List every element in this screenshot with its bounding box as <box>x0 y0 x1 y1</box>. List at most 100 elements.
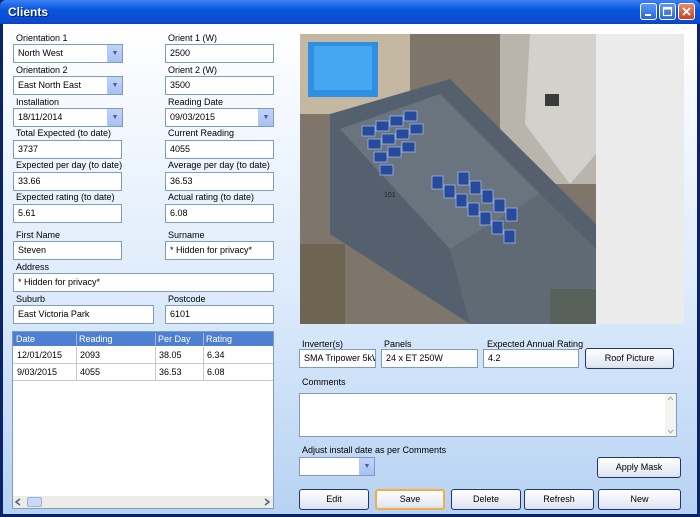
actual-rating-field[interactable]: 6.08 <box>165 204 274 223</box>
orient2w-field[interactable]: 3500 <box>165 76 274 95</box>
first-name-label: First Name <box>16 230 61 240</box>
roof-photo-panel: 101 <box>300 34 684 324</box>
horizontal-scrollbar[interactable] <box>13 496 273 508</box>
column-header-rating[interactable]: Rating <box>206 334 232 344</box>
scroll-arrows-icon[interactable] <box>665 394 676 436</box>
maximize-button[interactable] <box>659 3 676 20</box>
comments-label: Comments <box>302 377 346 387</box>
actual-rating-label: Actual rating (to date) <box>168 192 255 202</box>
suburb-field[interactable]: East Victoria Park <box>13 305 154 324</box>
reading-date-value: 09/03/2015 <box>170 112 216 122</box>
aerial-roof-image: 101 <box>300 34 596 324</box>
table-row[interactable]: 12/01/2015 2093 38.05 6.34 <box>13 347 273 364</box>
orientation1-value: North West <box>18 48 63 58</box>
cell-reading: 2093 <box>80 350 101 360</box>
orientation2-label: Orientation 2 <box>16 65 68 75</box>
cell-divider <box>155 364 156 380</box>
orientation2-select[interactable]: East North East ▼ <box>13 76 123 95</box>
surname-field[interactable]: * Hidden for privacy* <box>165 241 274 260</box>
first-name-field[interactable]: Steven <box>13 241 122 260</box>
expected-annual-field[interactable]: 4.2 <box>483 349 579 368</box>
chevron-down-icon[interactable]: ▼ <box>107 77 122 94</box>
adjust-install-date-label: Adjust install date as per Comments <box>302 445 447 455</box>
current-reading-label: Current Reading <box>168 128 235 138</box>
column-divider[interactable] <box>203 333 204 345</box>
chevron-down-icon[interactable]: ▼ <box>258 109 273 126</box>
clients-window: Clients Orientation 1 North West ▼ Orien… <box>0 0 700 517</box>
cell-reading: 4055 <box>80 367 101 377</box>
chevron-down-icon[interactable]: ▼ <box>359 458 374 475</box>
suburb-label: Suburb <box>16 294 46 304</box>
inverters-label: Inverter(s) <box>302 339 344 349</box>
cell-per-day: 36.53 <box>159 367 182 377</box>
roof-number-label: 101 <box>384 192 396 199</box>
orient2w-label: Orient 2 (W) <box>168 65 218 75</box>
maximize-icon <box>662 6 673 17</box>
average-per-day-field[interactable]: 36.53 <box>165 172 274 191</box>
reading-date-picker[interactable]: 09/03/2015 ▼ <box>165 108 274 127</box>
scrollbar-thumb[interactable] <box>27 497 42 507</box>
address-field[interactable]: * Hidden for privacy* <box>13 273 274 292</box>
column-header-date[interactable]: Date <box>16 334 35 344</box>
installation-label: Installation <box>16 97 60 107</box>
panels-field[interactable]: 24 x ET 250W <box>381 349 478 368</box>
inverters-field[interactable]: SMA Tripower 5kW <box>299 349 376 368</box>
cell-rating: 6.08 <box>207 367 225 377</box>
column-header-per-day[interactable]: Per Day <box>158 334 191 344</box>
cell-date: 12/01/2015 <box>17 350 63 360</box>
title-bar[interactable]: Clients <box>0 0 700 24</box>
current-reading-field[interactable]: 4055 <box>165 140 274 159</box>
grid-header: Date Reading Per Day Rating <box>13 332 273 346</box>
comments-textarea[interactable] <box>299 393 677 437</box>
orient1w-field[interactable]: 2500 <box>165 44 274 63</box>
installation-date-picker[interactable]: 18/11/2014 ▼ <box>13 108 123 127</box>
roof-picture-button[interactable]: Roof Picture <box>585 348 674 369</box>
adjust-install-date-select[interactable]: ▼ <box>299 457 375 476</box>
delete-button[interactable]: Delete <box>451 489 521 510</box>
surname-label: Surname <box>168 230 205 240</box>
cell-divider <box>76 364 77 380</box>
chevron-down-icon[interactable]: ▼ <box>107 109 122 126</box>
close-button[interactable] <box>678 3 695 20</box>
chevron-right-icon[interactable] <box>262 498 272 506</box>
refresh-button[interactable]: Refresh <box>524 489 594 510</box>
expected-annual-label: Expected Annual Rating <box>487 339 584 349</box>
address-label: Address <box>16 262 50 272</box>
expected-per-day-label: Expected per day (to date) <box>16 160 123 170</box>
minimize-icon <box>645 14 651 16</box>
close-icon <box>682 7 691 16</box>
average-per-day-label: Average per day (to date) <box>168 160 270 170</box>
cell-per-day: 38.05 <box>159 350 182 360</box>
orient1w-label: Orient 1 (W) <box>168 33 218 43</box>
table-row[interactable]: 9/03/2015 4055 36.53 6.08 <box>13 364 273 381</box>
expected-rating-field[interactable]: 5.61 <box>13 204 122 223</box>
window-title: Clients <box>8 5 49 19</box>
column-header-reading[interactable]: Reading <box>79 334 113 344</box>
total-expected-field[interactable]: 3737 <box>13 140 122 159</box>
reading-date-label: Reading Date <box>168 97 224 107</box>
new-button[interactable]: New <box>598 489 681 510</box>
edit-button[interactable]: Edit <box>299 489 369 510</box>
minimize-button[interactable] <box>640 3 657 20</box>
cell-divider <box>203 347 204 363</box>
vertical-scrollbar[interactable] <box>665 394 676 436</box>
save-button[interactable]: Save <box>375 489 445 510</box>
readings-grid[interactable]: Date Reading Per Day Rating 12/01/2015 2… <box>12 331 274 509</box>
apply-mask-button[interactable]: Apply Mask <box>597 457 681 478</box>
column-divider[interactable] <box>76 333 77 345</box>
cell-date: 9/03/2015 <box>17 367 58 377</box>
postcode-label: Postcode <box>168 294 206 304</box>
chevron-left-icon[interactable] <box>14 498 24 506</box>
chevron-down-icon[interactable]: ▼ <box>107 45 122 62</box>
cell-divider <box>76 347 77 363</box>
postcode-field[interactable]: 6101 <box>165 305 274 324</box>
orientation1-select[interactable]: North West ▼ <box>13 44 123 63</box>
orientation2-value: East North East <box>18 80 82 90</box>
orientation1-label: Orientation 1 <box>16 33 68 43</box>
total-expected-label: Total Expected (to date) <box>16 128 112 138</box>
installation-value: 18/11/2014 <box>18 112 63 122</box>
panels-label: Panels <box>384 339 412 349</box>
expected-per-day-field[interactable]: 33.66 <box>13 172 122 191</box>
expected-rating-label: Expected rating (to date) <box>16 192 115 202</box>
column-divider[interactable] <box>155 333 156 345</box>
